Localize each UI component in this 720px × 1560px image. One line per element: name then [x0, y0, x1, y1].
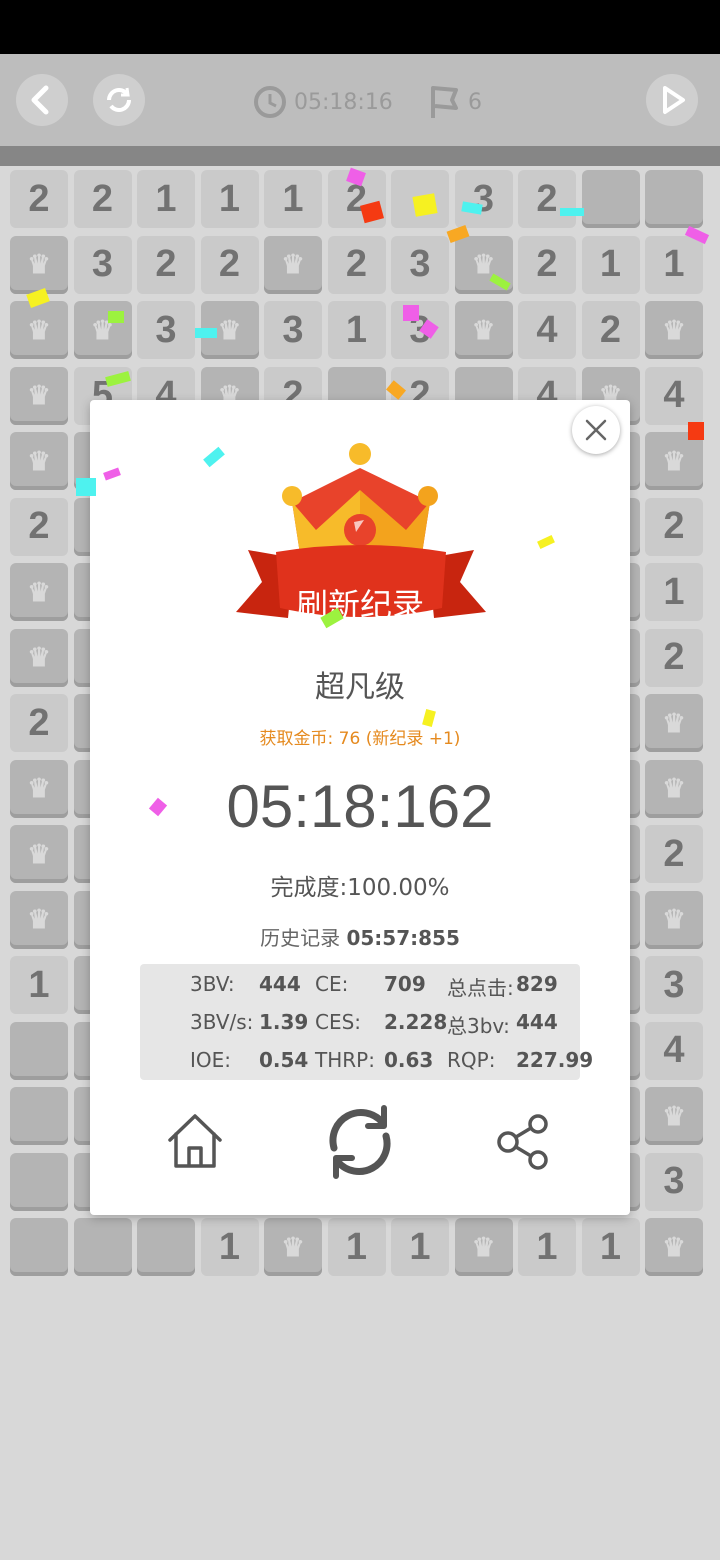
record-dialog: 刷新纪录 超凡级 获取金币: 76 (新纪录 +1) 05:18:162 完成度…	[90, 400, 630, 1215]
stat-value: 0.54	[259, 1048, 309, 1072]
stat-value: 444	[516, 1010, 558, 1034]
refresh-icon	[107, 87, 131, 112]
history-record: 历史记录 05:57:855	[90, 922, 630, 951]
history-value: 05:57:855	[346, 926, 460, 950]
stat-label: 总点击:	[447, 976, 514, 1000]
stat-label: RQP:	[447, 1048, 496, 1072]
play-icon	[663, 86, 685, 114]
share-button[interactable]	[494, 1112, 554, 1176]
share-icon	[497, 1114, 548, 1170]
top-bar: 05:18:16 6	[0, 54, 720, 146]
stat-value: 2.228	[384, 1010, 448, 1034]
flag-counter: 6	[428, 82, 482, 122]
stats-panel: 3BV: 444 CE: 709 总点击: 829 3BV/s: 1.39 CE…	[140, 964, 593, 1080]
close-button[interactable]	[572, 406, 620, 454]
confetti-piece	[195, 328, 217, 338]
flag-icon	[431, 86, 458, 118]
stat-value: 1.39	[259, 1010, 309, 1034]
stat-label: 3BV/s:	[190, 1010, 254, 1034]
restart-button[interactable]	[93, 74, 145, 126]
stat-value: 829	[516, 972, 558, 996]
stat-label: IOE:	[190, 1048, 232, 1072]
status-bar	[0, 0, 720, 54]
stat-label: CES:	[315, 1010, 362, 1034]
stat-value: 227.99	[516, 1048, 594, 1072]
replay-button[interactable]	[318, 1100, 402, 1188]
record-banner-text: 刷新纪录	[295, 586, 424, 624]
timer: 05:18:16	[252, 82, 393, 122]
confetti-piece	[108, 311, 124, 323]
completion-rate: 完成度:100.00%	[270, 875, 450, 901]
back-button[interactable]	[16, 74, 68, 126]
confetti-piece	[560, 208, 584, 216]
history-label: 历史记录	[260, 926, 341, 950]
play-button[interactable]	[646, 74, 698, 126]
confetti-piece	[76, 478, 96, 496]
flag-count: 6	[468, 89, 482, 115]
stat-value: 0.63	[384, 1048, 434, 1072]
chevron-left-icon	[31, 85, 49, 115]
stat-label: THRP:	[315, 1048, 375, 1072]
dialog-actions	[90, 1100, 630, 1180]
replay-icon	[329, 1105, 391, 1179]
stat-label: 总3bv:	[447, 1014, 510, 1038]
home-button[interactable]	[164, 1110, 226, 1176]
finish-time: 05:18:162	[226, 773, 494, 840]
coins-reward: 获取金币: 76 (新纪录 +1)	[259, 729, 461, 749]
confetti-piece	[688, 422, 704, 440]
clock-icon	[254, 86, 286, 118]
stat-label: CE:	[315, 972, 349, 996]
difficulty-level: 超凡级	[315, 670, 405, 705]
stat-value: 444	[259, 972, 301, 996]
stat-value: 709	[384, 972, 426, 996]
confetti-piece	[403, 305, 419, 321]
home-icon	[168, 1114, 222, 1168]
confetti-piece	[412, 193, 438, 217]
close-icon	[585, 419, 607, 441]
stat-label: 3BV:	[190, 972, 235, 996]
timer-value: 05:18:16	[294, 89, 393, 115]
